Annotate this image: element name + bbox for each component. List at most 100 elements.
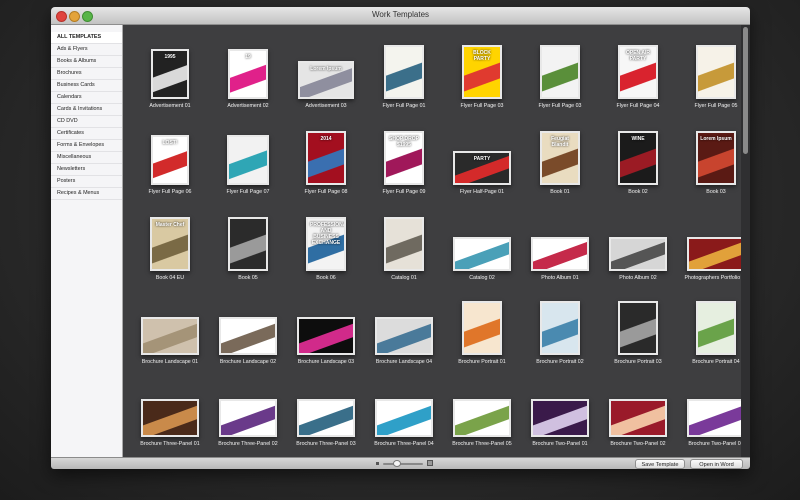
template-thumbnail[interactable]: PARTY [453,151,511,185]
template-thumbnail[interactable]: 19 [228,49,268,99]
template-name: Brochure Portrait 03 [614,359,662,365]
template-thumbnail[interactable] [609,399,667,437]
window-title: Work Templates [371,10,430,19]
template-name: Flyer Full Page 07 [226,189,270,195]
template-name: Flyer Full Page 05 [694,103,738,109]
template-thumbnail[interactable] [687,399,741,437]
template-thumbnail[interactable] [384,217,424,271]
thumbnail-text: BLOCK PARTY [473,50,491,62]
template-name: Book 06 [316,275,336,281]
sidebar-item-recipes-menus[interactable]: Recipes & Menus [51,188,122,200]
template-thumbnail[interactable] [618,301,658,355]
template-name: Brochure Two-Panel 01 [532,441,588,447]
template-name: Brochure Portrait 04 [692,359,740,365]
gallery-scrollbar[interactable] [741,25,750,457]
template-thumbnail[interactable] [531,237,589,271]
template-thumbnail[interactable]: SHOP DROP $1995 [384,131,424,185]
template-name: Brochure Three-Panel 04 [374,441,434,447]
thumbnail-text: PROFESSIONAL AND BUSINESS EXCHANGE [310,222,346,246]
template-thumbnail[interactable] [531,399,589,437]
template-thumbnail[interactable] [453,237,511,271]
template-thumbnail[interactable] [540,301,580,355]
sidebar-item-forms-envelopes[interactable]: Forms & Envelopes [51,140,122,152]
template-thumbnail[interactable] [609,237,667,271]
sidebar-item-certificates[interactable]: Certificates [51,128,122,140]
sidebar-item-calendars[interactable]: Calendars [51,92,122,104]
template-thumbnail[interactable] [696,45,736,99]
scrollbar-thumb[interactable] [743,27,748,154]
template-thumbnail[interactable]: LOST! [151,135,189,185]
template-thumbnail[interactable]: BLOCK PARTY [462,45,502,99]
template-thumbnail[interactable] [219,399,277,437]
template-name: Advertisement 01 [149,103,191,109]
template-thumbnail[interactable] [453,399,511,437]
template-name: Brochure Three-Panel 03 [296,441,356,447]
template-thumbnail[interactable] [687,237,741,271]
sidebar-item-posters[interactable]: Posters [51,176,122,188]
template-name: Flyer Full Page 03 [538,103,582,109]
sidebar-item-cd-dvd[interactable]: CD DVD [51,116,122,128]
template-thumbnail[interactable] [227,135,269,185]
category-sidebar: ALL TEMPLATES Ads & Flyers Books & Albums B… [51,25,123,457]
thumbnail-text: LOST! [162,140,178,146]
bottom-bar: Save Template Open in Word [51,457,750,469]
template-thumbnail[interactable]: PROFESSIONAL AND BUSINESS EXCHANGE [306,217,346,271]
template-name: Brochure Three-Panel 05 [452,441,512,447]
zoom-out-icon[interactable] [376,462,379,465]
template-name: Flyer Full Page 09 [382,189,426,195]
save-template-button[interactable]: Save Template [635,459,685,469]
template-thumbnail[interactable] [375,317,433,355]
sidebar-item-business-cards[interactable]: Business Cards [51,80,122,92]
sidebar-item-books-albums[interactable]: Books & Albums [51,56,122,68]
template-thumbnail[interactable] [462,301,502,355]
template-thumbnail[interactable]: 1995 [151,49,189,99]
template-thumbnail[interactable] [141,399,199,437]
template-chooser-window: Work Templates ALL TEMPLATES Ads & Flyers… [51,7,750,469]
template-thumbnail[interactable] [219,317,277,355]
template-name: Flyer Full Page 08 [304,189,348,195]
template-thumbnail[interactable] [696,301,736,355]
template-name: Flyer Full Page 06 [148,189,192,195]
template-name: Book 02 [628,189,648,195]
thumbnail-text: 2014 [320,136,332,142]
template-thumbnail[interactable] [141,317,199,355]
template-thumbnail[interactable]: Lorem Ipsum [298,61,354,99]
zoom-slider[interactable] [383,463,423,465]
zoom-slider-knob[interactable] [393,460,401,467]
template-thumbnail[interactable]: WINE [618,131,658,185]
template-thumbnail[interactable]: Feugiat Blandit [540,131,580,185]
thumbnail-text: 19 [245,54,251,60]
sidebar-item-miscellaneous[interactable]: Miscellaneous [51,152,122,164]
template-name: Brochure Two-Panel 03 [688,441,741,447]
sidebar-item-ads-flyers[interactable]: Ads & Flyers [51,44,122,56]
sidebar-item-cards-invitations[interactable]: Cards & Invitations [51,104,122,116]
template-name: Book 04 EU [155,275,185,281]
template-name: Advertisement 03 [305,103,347,109]
template-thumbnail[interactable]: OPEN AIR PARTY [618,45,658,99]
template-name: Catalog 01 [391,275,417,281]
template-thumbnail[interactable] [540,45,580,99]
template-thumbnail[interactable]: 2014 [306,131,346,185]
template-name: Book 03 [706,189,726,195]
template-thumbnail[interactable]: Master Chef [150,217,190,271]
sidebar-item-all-templates[interactable]: ALL TEMPLATES [51,32,122,44]
template-thumbnail[interactable] [297,399,355,437]
template-gallery: 1995 Advertisement 01 19 Advertisement 02 Lo… [123,25,741,457]
template-name: Book 01 [550,189,570,195]
template-thumbnail[interactable] [228,217,268,271]
sidebar-item-brochures[interactable]: Brochures [51,68,122,80]
thumbnail-text: WINE [631,136,645,142]
thumbnail-text: 1995 [164,54,176,60]
template-name: Brochure Two-Panel 02 [610,441,666,447]
template-thumbnail[interactable] [384,45,424,99]
title-bar[interactable]: Work Templates [51,7,750,25]
zoom-in-icon[interactable] [427,460,433,466]
template-name: Brochure Three-Panel 02 [218,441,278,447]
template-thumbnail[interactable]: Lorem Ipsum [696,131,736,185]
template-thumbnail[interactable] [297,317,355,355]
template-name: Photo Album 01 [541,275,579,281]
template-thumbnail[interactable] [375,399,433,437]
sidebar-item-newsletters[interactable]: Newsletters [51,164,122,176]
open-in-word-button[interactable]: Open in Word [690,459,743,469]
template-name: Flyer Full Page 04 [616,103,660,109]
